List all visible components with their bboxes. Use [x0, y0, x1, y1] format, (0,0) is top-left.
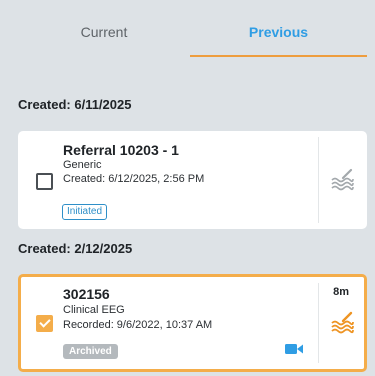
group-header: Created: 2/12/2025	[18, 241, 133, 256]
signal-waves-icon[interactable]	[329, 310, 355, 336]
active-tab-indicator	[190, 55, 367, 57]
group-header: Created: 6/11/2025	[18, 97, 132, 112]
card-type: Generic	[63, 159, 102, 171]
card-date: Created: 6/12/2025, 2:56 PM	[63, 173, 205, 185]
card-divider	[318, 283, 319, 363]
tab-current[interactable]: Current	[18, 22, 190, 42]
card-divider	[318, 137, 319, 223]
select-checkbox[interactable]	[36, 315, 53, 332]
tab-bar: Current Previous	[0, 0, 375, 58]
signal-waves-icon[interactable]	[329, 167, 355, 193]
recording-card[interactable]: 302156 8m Clinical EEG Recorded: 9/6/202…	[18, 274, 367, 372]
status-badge: Initiated	[62, 204, 108, 220]
tab-previous[interactable]: Previous	[190, 22, 367, 42]
video-camera-icon[interactable]	[285, 343, 303, 355]
card-date: Recorded: 9/6/2022, 10:37 AM	[63, 319, 213, 331]
card-type: Clinical EEG	[63, 304, 125, 316]
card-title: Referral 10203 - 1	[63, 142, 179, 158]
checkmark-icon	[39, 316, 51, 328]
status-badge: Archived	[63, 344, 118, 359]
duration-label: 8m	[333, 286, 349, 298]
select-checkbox[interactable]	[36, 173, 53, 190]
referral-card[interactable]: Referral 10203 - 1 Generic Created: 6/12…	[18, 131, 367, 229]
card-title: 302156	[63, 286, 110, 302]
